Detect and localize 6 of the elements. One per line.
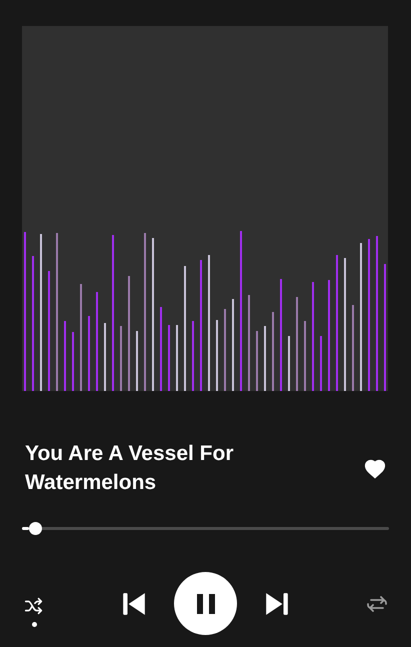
next-button[interactable]: [264, 590, 290, 616]
previous-button[interactable]: [121, 590, 147, 616]
like-button[interactable]: [363, 457, 387, 481]
progress-slider[interactable]: [22, 522, 389, 535]
progress-thumb[interactable]: [29, 522, 42, 535]
track-title: You Are A Vessel For Watermelons: [25, 441, 235, 496]
